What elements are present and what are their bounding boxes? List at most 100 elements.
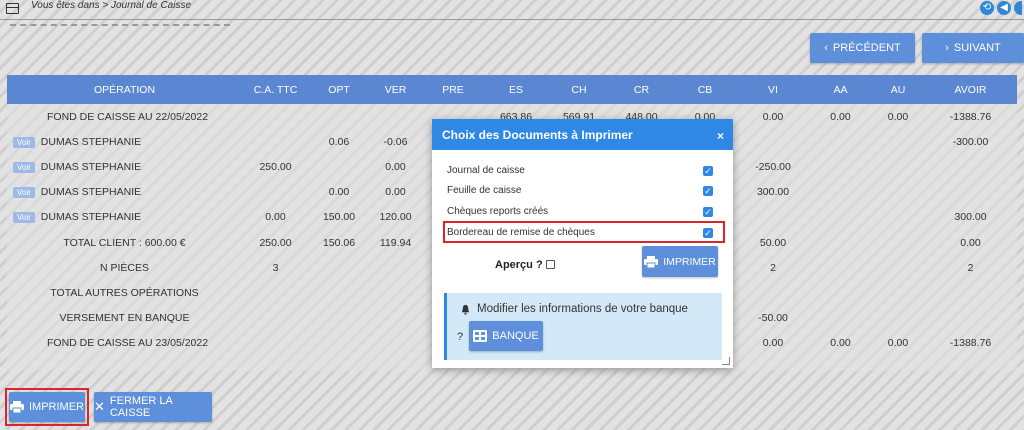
- table-cell: 250.00: [259, 160, 292, 173]
- chevron-left-icon: ‹: [824, 42, 828, 54]
- previous-button[interactable]: ‹ PRÉCÉDENT: [810, 33, 915, 63]
- table-cell: 120.00: [379, 211, 412, 224]
- next-button[interactable]: › SUIVANT: [922, 33, 1024, 63]
- printer-icon: [10, 401, 24, 413]
- option-journal-checkbox[interactable]: ✓: [703, 166, 713, 176]
- table-cell: 0.00: [762, 110, 784, 123]
- table-cell: [369, 280, 422, 305]
- column-header: VI: [737, 75, 809, 104]
- table-cell: 0.00: [960, 236, 981, 249]
- bank-info-qmark: ?: [457, 331, 464, 343]
- top-icons: ⟲ ◀: [980, 1, 1022, 15]
- table-cell: 0.00: [265, 211, 286, 224]
- option-feuille-label: Feuille de caisse: [447, 185, 522, 196]
- table-cell: [369, 104, 422, 129]
- table-cell: [872, 154, 924, 179]
- table-cell: -300.00: [952, 135, 989, 148]
- view-button[interactable]: Voir: [13, 136, 35, 148]
- column-header: C.A. TTC: [242, 75, 309, 104]
- column-header: AU: [872, 75, 924, 104]
- option-bordereau-label: Bordereau de remise de chèques: [447, 227, 595, 238]
- view-button[interactable]: Voir: [13, 212, 35, 224]
- table-cell: [924, 306, 1017, 331]
- column-header: VER: [369, 75, 422, 104]
- table-cell: 0.00: [830, 337, 851, 350]
- row-label-cell: TOTAL CLIENT : 600.00 €: [7, 230, 242, 255]
- close-register-button[interactable]: ✕ FERMER LA CAISSE: [94, 392, 212, 422]
- table-cell: -0.06: [383, 135, 408, 148]
- preview-checkbox[interactable]: [546, 260, 555, 269]
- print-button[interactable]: IMPRIMER: [9, 392, 85, 422]
- table-header-row: OPÉRATION C.A. TTC OPT VER PRE ES CH CR CB VI AA AU…: [7, 75, 1017, 104]
- close-x-icon: ✕: [94, 399, 105, 414]
- refresh-icon[interactable]: ⟲: [980, 1, 994, 15]
- table-cell: [309, 331, 369, 356]
- row-label-cell: Voir DUMAS STEPHANIE: [7, 180, 242, 205]
- table-cell: -50.00: [758, 312, 788, 325]
- table-cell: 119.94: [379, 236, 412, 249]
- table-cell: [369, 306, 422, 331]
- table-cell: 0.00: [887, 110, 909, 123]
- view-button[interactable]: Voir: [13, 161, 35, 173]
- table-cell: 2: [770, 261, 776, 274]
- option-cheques-reports-checkbox[interactable]: ✓: [703, 207, 713, 217]
- page-icon: [6, 3, 19, 14]
- row-label: VERSEMENT EN BANQUE: [59, 312, 190, 325]
- table-cell: [872, 255, 924, 280]
- table-cell: [872, 230, 924, 255]
- table-cell: [924, 154, 1017, 179]
- column-header: CR: [610, 75, 673, 104]
- previous-label: PRÉCÉDENT: [832, 42, 901, 54]
- option-bordereau-checkbox[interactable]: ✓: [703, 228, 713, 238]
- table-cell: 0.00: [887, 337, 909, 350]
- row-label-cell: Voir DUMAS STEPHANIE: [7, 154, 242, 179]
- table-cell: [242, 129, 309, 154]
- option-cheques-reports-label: Chèques reports créés: [447, 206, 549, 217]
- bank-info-box: Modifier les informations de votre banqu…: [444, 293, 722, 360]
- table-cell: [242, 180, 309, 205]
- table-cell: [809, 230, 872, 255]
- row-label: TOTAL CLIENT : 600.00 €: [63, 236, 186, 249]
- modal-print-button[interactable]: IMPRIMER: [642, 246, 718, 277]
- close-icon[interactable]: ×: [717, 129, 724, 143]
- table-cell: [809, 180, 872, 205]
- table-cell: 250.00: [259, 236, 292, 249]
- table-cell: [309, 280, 369, 305]
- table-cell: [369, 331, 422, 356]
- bank-info-text: Modifier les informations de votre banqu…: [477, 303, 688, 315]
- table-cell: [369, 255, 422, 280]
- column-header: AVOIR: [924, 75, 1017, 104]
- back-icon[interactable]: ◀: [997, 1, 1011, 15]
- view-button[interactable]: Voir: [13, 186, 35, 198]
- partial-icon[interactable]: [1014, 1, 1022, 15]
- row-label: FOND DE CAISSE AU 23/05/2022: [47, 337, 209, 350]
- table-cell: -1388.76: [949, 337, 992, 350]
- table-cell: 3: [272, 261, 279, 274]
- print-documents-modal: Choix des Documents à Imprimer × Journal…: [432, 119, 733, 368]
- table-cell: [242, 104, 309, 129]
- modal-title: Choix des Documents à Imprimer: [442, 127, 633, 142]
- table-cell: [872, 306, 924, 331]
- column-header: CH: [548, 75, 610, 104]
- row-label: DUMAS STEPHANIE: [40, 211, 142, 224]
- table-cell: [809, 280, 872, 305]
- table-cell: 300.00: [756, 186, 790, 199]
- table-cell: [924, 280, 1017, 305]
- bank-button[interactable]: BANQUE: [469, 321, 543, 351]
- table-cell: [872, 280, 924, 305]
- row-label: N PIÈCES: [99, 261, 149, 274]
- table-cell: -1388.76: [949, 110, 992, 123]
- row-label-cell: Voir DUMAS STEPHANIE: [7, 129, 242, 154]
- row-label: DUMAS STEPHANIE: [40, 160, 142, 173]
- table-cell: [242, 331, 309, 356]
- resize-handle[interactable]: [722, 357, 730, 365]
- chevron-right-icon: ›: [945, 42, 949, 54]
- table-cell: [737, 205, 809, 230]
- modal-header: Choix des Documents à Imprimer ×: [432, 119, 733, 150]
- table-cell: 0.00: [762, 337, 784, 350]
- option-feuille-checkbox[interactable]: ✓: [703, 186, 713, 196]
- column-header: ES: [484, 75, 548, 104]
- table-cell: -250.00: [755, 160, 791, 173]
- row-label-cell: FOND DE CAISSE AU 23/05/2022: [7, 331, 242, 356]
- printer-icon: [644, 255, 659, 268]
